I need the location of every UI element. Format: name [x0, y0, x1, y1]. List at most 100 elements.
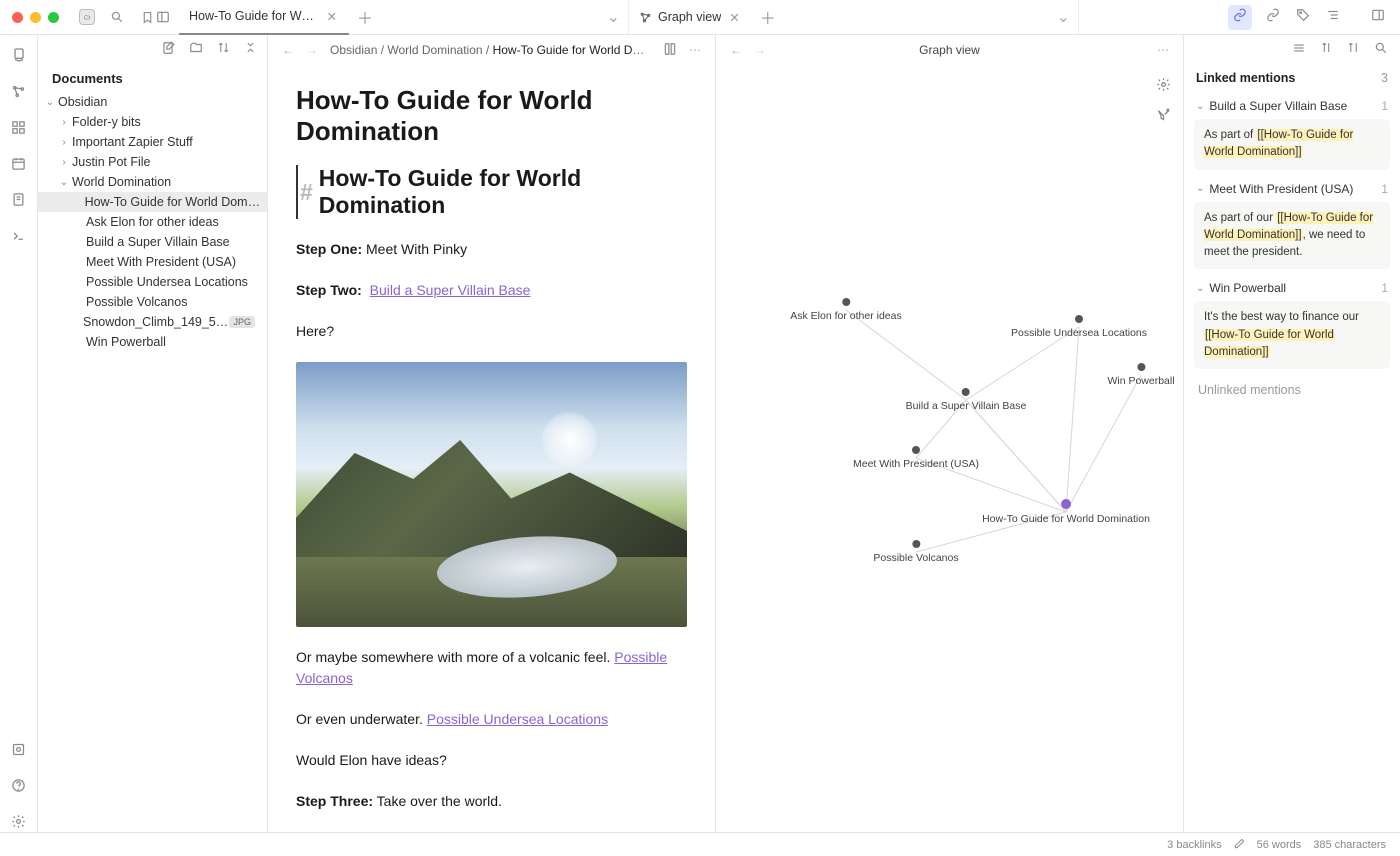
nav-forward-icon[interactable]: → [306, 43, 318, 57]
outgoing-links-icon[interactable] [1264, 6, 1282, 29]
files-icon[interactable] [79, 9, 95, 25]
mention-context[interactable]: As part of [[How-To Guide for World Domi… [1194, 119, 1390, 170]
add-tab-icon[interactable]: ＋ [752, 5, 784, 29]
close-icon[interactable]: ✕ [727, 8, 741, 27]
nav-forward-icon[interactable]: → [754, 43, 766, 57]
tree-item[interactable]: Possible Volcanos [38, 292, 267, 312]
tree-item[interactable]: How-To Guide for World Dominat... [38, 192, 267, 212]
tree-label: Snowdon_Climb_149_5D3_27... [83, 315, 229, 329]
chevron-icon[interactable]: › [56, 157, 72, 168]
tab-document[interactable]: How-To Guide for World ... ✕ [179, 0, 349, 35]
sidebar-toggle-icon[interactable] [155, 9, 171, 25]
graph-pane: ← → Graph view ⋯ Ask Elon for other idea… [716, 35, 1184, 832]
node-dot [1061, 499, 1071, 509]
node-dot [1137, 363, 1145, 371]
node-dot [962, 388, 970, 396]
graph-node[interactable]: Build a Super Villain Base [906, 388, 1027, 412]
tree-label: Possible Undersea Locations [86, 275, 248, 289]
tree-item[interactable]: ›Important Zapier Stuff [38, 132, 267, 152]
min-window[interactable] [30, 12, 41, 23]
tag-icon[interactable] [1294, 6, 1312, 29]
close-icon[interactable]: ✕ [325, 7, 339, 26]
chevron-icon[interactable]: ⌄ [56, 177, 72, 188]
settings-icon[interactable] [11, 814, 26, 832]
chevron-icon[interactable]: › [56, 137, 72, 148]
h1-source[interactable]: #How-To Guide for World Domination [296, 165, 687, 219]
linked-mentions-header[interactable]: Linked mentions3 [1184, 65, 1400, 91]
collapse-icon[interactable] [244, 41, 257, 59]
right-sidebar-toggle-icon[interactable] [1368, 6, 1388, 29]
mention-context[interactable]: It's the best way to finance our [[How-T… [1194, 301, 1390, 369]
tree-item[interactable]: Possible Undersea Locations [38, 272, 267, 292]
tree-item[interactable]: Build a Super Villain Base [38, 232, 267, 252]
unlinked-mentions-header[interactable]: Unlinked mentions [1184, 373, 1400, 407]
graph-node[interactable]: Possible Volcanos [873, 540, 958, 564]
graph-node[interactable]: How-To Guide for World Domination [982, 499, 1150, 525]
tab-strip: How-To Guide for World ... ✕ ＋ ⌄ Graph v… [179, 0, 1216, 35]
node-label: Ask Elon for other ideas [790, 310, 901, 322]
max-window[interactable] [48, 12, 59, 23]
tree-label: Important Zapier Stuff [72, 135, 193, 149]
internal-link[interactable]: Build a Super Villain Base [370, 282, 531, 298]
tree-item[interactable]: Snowdon_Climb_149_5D3_27...JPG [38, 312, 267, 332]
bookmark-icon[interactable] [139, 9, 155, 25]
tree-item[interactable]: Ask Elon for other ideas [38, 212, 267, 232]
command-icon[interactable] [11, 228, 26, 246]
graph-node[interactable]: Possible Undersea Locations [1011, 315, 1147, 339]
tree-item[interactable]: Meet With President (USA) [38, 252, 267, 272]
chevron-icon[interactable]: ⌄ [42, 97, 58, 108]
nav-back-icon[interactable]: ← [282, 43, 294, 57]
tab-graph[interactable]: Graph view ✕ [629, 0, 752, 35]
tree-item[interactable]: Win Powerball [38, 332, 267, 352]
tree-item[interactable]: ›Folder-y bits [38, 112, 267, 132]
vault-icon[interactable] [11, 742, 26, 760]
editor-body[interactable]: How-To Guide for World Domination #How-T… [268, 65, 715, 832]
add-tab-icon[interactable]: ＋ [349, 5, 381, 29]
collapse-icon[interactable] [1347, 41, 1360, 59]
search-icon[interactable] [109, 9, 125, 25]
graph-canvas[interactable]: Ask Elon for other ideas Possible Underse… [716, 65, 1183, 832]
list-icon[interactable] [1292, 41, 1306, 60]
nav-back-icon[interactable]: ← [730, 43, 742, 57]
help-icon[interactable] [11, 778, 26, 796]
status-backlinks[interactable]: 3 backlinks [1167, 839, 1221, 851]
backlinks-icon[interactable] [1228, 5, 1252, 30]
file-badge: JPG [229, 316, 255, 328]
templates-icon[interactable] [11, 192, 26, 210]
graph-node[interactable]: Ask Elon for other ideas [790, 298, 901, 322]
chevron-icon[interactable]: › [56, 117, 72, 128]
sort-icon[interactable] [217, 41, 230, 59]
tree-item[interactable]: ⌄Obsidian [38, 92, 267, 112]
graph-nav-icon[interactable] [11, 84, 26, 102]
node-label: Possible Volcanos [873, 552, 958, 564]
internal-link[interactable]: Possible Undersea Locations [427, 711, 608, 727]
sort-icon[interactable] [1320, 41, 1333, 59]
outline-icon[interactable] [1324, 6, 1342, 29]
status-bar: 3 backlinks 56 words 385 characters [0, 832, 1400, 856]
breadcrumb[interactable]: Obsidian / World Domination / How-To Gui… [330, 43, 651, 57]
mention-header[interactable]: ⌄Meet With President (USA)1 [1194, 178, 1390, 200]
mention-header[interactable]: ⌄Win Powerball1 [1194, 277, 1390, 299]
new-folder-icon[interactable] [189, 41, 203, 60]
graph-node[interactable]: Win Powerball [1107, 363, 1174, 387]
traffic-lights [0, 12, 71, 23]
close-window[interactable] [12, 12, 23, 23]
tree-item[interactable]: ›Justin Pot File [38, 152, 267, 172]
search-icon[interactable] [1374, 41, 1388, 60]
more-icon[interactable]: ⋯ [1157, 43, 1169, 57]
left-rail [0, 35, 38, 832]
mention-context[interactable]: As part of our [[How-To Guide for World … [1194, 202, 1390, 270]
graph-node[interactable]: Meet With President (USA) [853, 446, 979, 470]
new-note-icon[interactable] [161, 41, 175, 60]
tab-dropdown-icon[interactable]: ⌄ [607, 7, 620, 27]
tab-label: How-To Guide for World ... [189, 9, 319, 23]
daily-notes-icon[interactable] [11, 156, 26, 174]
quick-switch-icon[interactable] [11, 47, 27, 66]
tree-item[interactable]: ⌄World Domination [38, 172, 267, 192]
tab-dropdown-icon[interactable]: ⌄ [1057, 7, 1070, 27]
pane-title: Graph view [919, 43, 980, 57]
mention-header[interactable]: ⌄Build a Super Villain Base1 [1194, 95, 1390, 117]
canvas-icon[interactable] [11, 120, 26, 138]
more-icon[interactable]: ⋯ [689, 43, 701, 57]
reading-mode-icon[interactable] [663, 42, 677, 59]
